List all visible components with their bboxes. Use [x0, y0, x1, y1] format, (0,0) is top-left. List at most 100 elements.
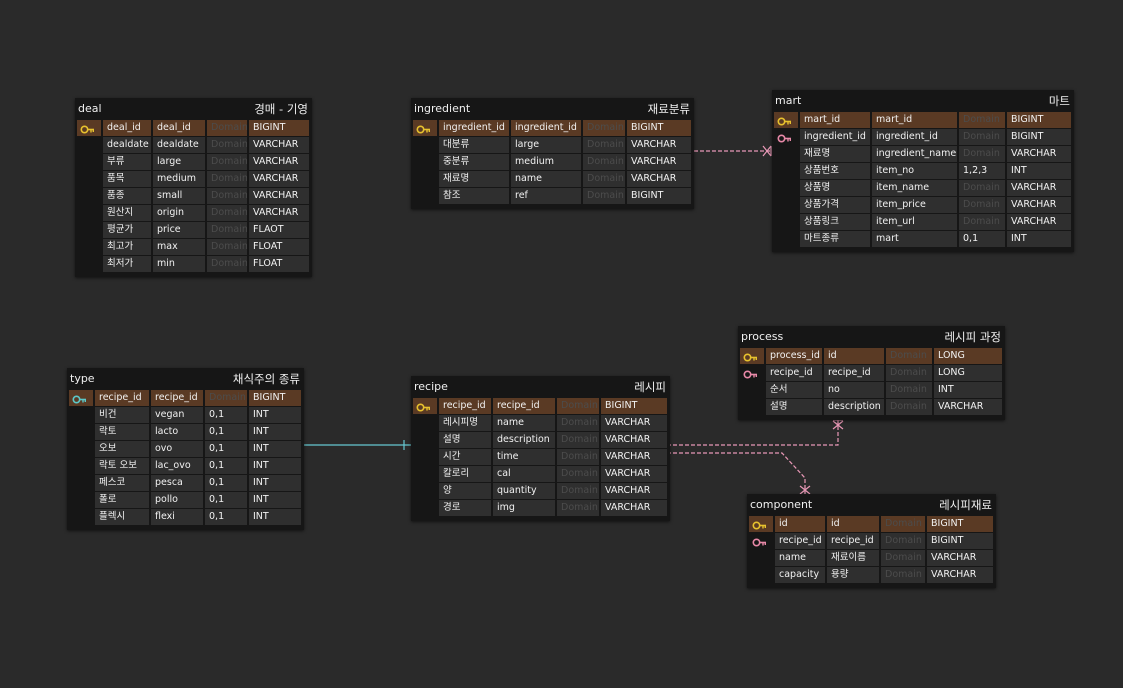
table-header[interactable]: mart 마트 — [772, 90, 1074, 112]
primary-key-icon — [416, 402, 431, 414]
column-domain: 0,1 — [205, 458, 247, 474]
column-data-type: VARCHAR — [1007, 146, 1071, 162]
table-column-row[interactable]: deal_id deal_id Domain BIGINT — [75, 120, 312, 136]
table-column-row[interactable]: 최저가 min Domain FLOAT — [75, 256, 312, 272]
column-physical-name: id — [827, 516, 879, 532]
table-name: recipe — [414, 380, 448, 393]
table-column-row[interactable]: 중분류 medium Domain VARCHAR — [411, 154, 694, 170]
table-logical-name: 경매 - 기영 — [254, 102, 308, 116]
table-recipe[interactable]: recipe 레시피 recipe_id recipe_id Domain BIGINT 레… — [411, 376, 670, 521]
rel-ingredient-mart[interactable] — [688, 145, 772, 157]
table-column-row[interactable]: 경로 img Domain VARCHAR — [411, 500, 670, 516]
table-column-row[interactable]: 폴로 pollo 0,1 INT — [67, 492, 304, 508]
column-logical-name: 페스코 — [95, 475, 149, 491]
table-column-row[interactable]: 상품가격 item_price Domain VARCHAR — [772, 197, 1074, 213]
table-column-row[interactable]: 설명 description Domain VARCHAR — [738, 399, 1005, 415]
table-column-row[interactable]: 재료명 name Domain VARCHAR — [411, 171, 694, 187]
table-column-row[interactable]: name 재료이름 Domain VARCHAR — [747, 550, 996, 566]
table-column-row[interactable]: 오보 ovo 0,1 INT — [67, 441, 304, 457]
column-logical-name: 재료명 — [439, 171, 509, 187]
table-column-row[interactable]: 상품번호 item_no 1,2,3 INT — [772, 163, 1074, 179]
column-physical-name: max — [153, 239, 205, 255]
key-icon-cell — [77, 188, 101, 204]
table-header[interactable]: process 레시피 과정 — [738, 326, 1005, 348]
table-column-row[interactable]: 평균가 price Domain FLAOT — [75, 222, 312, 238]
column-data-type: VARCHAR — [249, 154, 309, 170]
key-icon-cell — [77, 222, 101, 238]
table-column-row[interactable]: 시간 time Domain VARCHAR — [411, 449, 670, 465]
column-physical-name: flexi — [151, 509, 203, 525]
column-data-type: BIGINT — [249, 120, 309, 136]
table-column-row[interactable]: mart_id mart_id Domain BIGINT — [772, 112, 1074, 128]
table-column-row[interactable]: 대분류 large Domain VARCHAR — [411, 137, 694, 153]
column-logical-name: process_id — [766, 348, 822, 364]
table-component[interactable]: component 레시피재료 id id Domain BIGINT recipe_id r… — [747, 494, 996, 588]
table-column-row[interactable]: 원산지 origin Domain VARCHAR — [75, 205, 312, 221]
column-physical-name: recipe_id — [493, 398, 555, 414]
table-column-row[interactable]: 품목 medium Domain VARCHAR — [75, 171, 312, 187]
table-column-row[interactable]: 락토 lacto 0,1 INT — [67, 424, 304, 440]
table-column-row[interactable]: 상품명 item_name Domain VARCHAR — [772, 180, 1074, 196]
column-physical-name: recipe_id — [824, 365, 884, 381]
table-header[interactable]: type 채식주의 종류 — [67, 368, 304, 390]
table-column-row[interactable]: recipe_id recipe_id Domain BIGINT — [411, 398, 670, 414]
table-column-row[interactable]: 품종 small Domain VARCHAR — [75, 188, 312, 204]
table-column-row[interactable]: 페스코 pesca 0,1 INT — [67, 475, 304, 491]
key-icon-cell — [69, 475, 93, 491]
column-physical-name: 용량 — [827, 567, 879, 583]
rel-recipe-process[interactable] — [661, 419, 844, 450]
table-column-row[interactable]: 부류 large Domain VARCHAR — [75, 154, 312, 170]
table-column-row[interactable]: 재료명 ingredient_name Domain VARCHAR — [772, 146, 1074, 162]
column-data-type: FLOAT — [249, 239, 309, 255]
table-column-row[interactable]: capacity 용량 Domain VARCHAR — [747, 567, 996, 583]
table-column-row[interactable]: 칼로리 cal Domain VARCHAR — [411, 466, 670, 482]
table-column-row[interactable]: recipe_id recipe_id Domain BIGINT — [747, 533, 996, 549]
table-logical-name: 마트 — [1048, 94, 1070, 108]
table-column-row[interactable]: 순서 no Domain INT — [738, 382, 1005, 398]
column-physical-name: min — [153, 256, 205, 272]
key-icon-cell — [774, 129, 798, 145]
table-column-row[interactable]: 비건 vegan 0,1 INT — [67, 407, 304, 423]
table-type[interactable]: type 채식주의 종류 recipe_id recipe_id Domain BIGIN… — [67, 368, 304, 530]
table-column-row[interactable]: 상품링크 item_url Domain VARCHAR — [772, 214, 1074, 230]
column-logical-name: 상품명 — [800, 180, 870, 196]
column-physical-name: large — [511, 137, 581, 153]
table-column-row[interactable]: 레시피명 name Domain VARCHAR — [411, 415, 670, 431]
table-header[interactable]: ingredient 재료분류 — [411, 98, 694, 120]
table-mart[interactable]: mart 마트 mart_id mart_id Domain BIGINT ingredie… — [772, 90, 1074, 252]
column-physical-name: no — [824, 382, 884, 398]
column-domain: Domain — [557, 449, 599, 465]
table-column-row[interactable]: dealdate dealdate Domain VARCHAR — [75, 137, 312, 153]
table-header[interactable]: component 레시피재료 — [747, 494, 996, 516]
table-column-row[interactable]: process_id id Domain LONG — [738, 348, 1005, 364]
column-domain: Domain — [583, 171, 625, 187]
table-column-row[interactable]: ingredient_id ingredient_id Domain BIGINT — [772, 129, 1074, 145]
table-header[interactable]: deal 경매 - 기영 — [75, 98, 312, 120]
column-domain: Domain — [207, 205, 247, 221]
table-column-row[interactable]: 플렉시 flexi 0,1 INT — [67, 509, 304, 525]
table-ingredient[interactable]: ingredient 재료분류 ingredient_id ingredient_id… — [411, 98, 694, 209]
table-process[interactable]: process 레시피 과정 process_id id Domain LONG recip… — [738, 326, 1005, 420]
foreign-key-icon — [743, 369, 758, 381]
table-deal[interactable]: deal 경매 - 기영 deal_id deal_id Domain BIGINT dea… — [75, 98, 312, 277]
table-column-row[interactable]: 락토 오보 lac_ovo 0,1 INT — [67, 458, 304, 474]
rel-type-recipe[interactable] — [291, 440, 411, 450]
table-column-row[interactable]: ingredient_id ingredient_id Domain BIGINT — [411, 120, 694, 136]
table-column-row[interactable]: 설명 description Domain VARCHAR — [411, 432, 670, 448]
table-column-row[interactable]: 최고가 max Domain FLOAT — [75, 239, 312, 255]
column-data-type: INT — [249, 441, 301, 457]
table-column-row[interactable]: id id Domain BIGINT — [747, 516, 996, 532]
table-column-row[interactable]: 마트종류 mart 0,1 INT — [772, 231, 1074, 247]
table-column-row[interactable]: 참조 ref Domain BIGINT — [411, 188, 694, 204]
table-column-row[interactable]: 양 quantity Domain VARCHAR — [411, 483, 670, 499]
column-data-type: INT — [249, 424, 301, 440]
key-icon-cell — [774, 197, 798, 213]
column-physical-name: price — [153, 222, 205, 238]
column-domain: Domain — [959, 129, 1005, 145]
column-physical-name: pesca — [151, 475, 203, 491]
rel-recipe-component[interactable] — [661, 448, 811, 496]
table-header[interactable]: recipe 레시피 — [411, 376, 670, 398]
column-domain: 0,1 — [205, 424, 247, 440]
table-column-row[interactable]: recipe_id recipe_id Domain BIGINT — [67, 390, 304, 406]
table-column-row[interactable]: recipe_id recipe_id Domain LONG — [738, 365, 1005, 381]
